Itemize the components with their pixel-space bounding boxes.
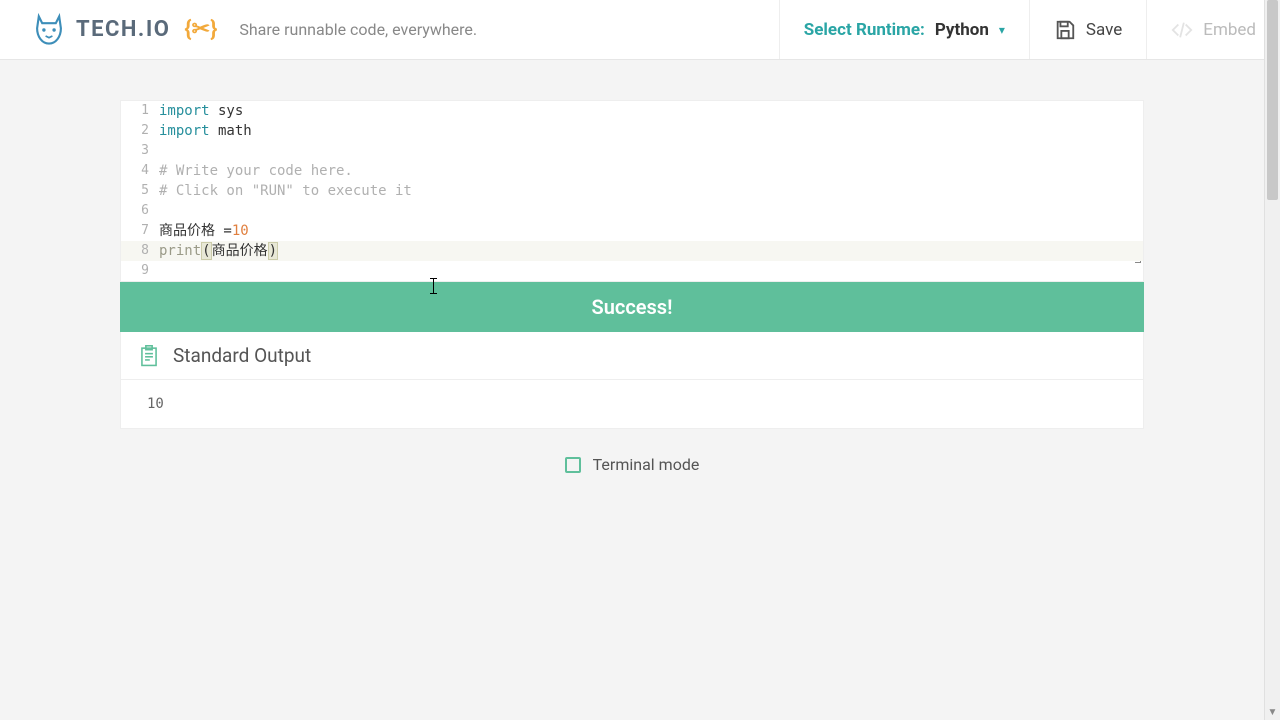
text-cursor-icon xyxy=(433,278,434,294)
save-button[interactable]: Save xyxy=(1029,0,1146,59)
line-content[interactable]: # Write your code here. xyxy=(159,161,1143,181)
logo[interactable]: TECH.IO {✂} xyxy=(32,13,217,47)
code-editor[interactable]: 1import sys2import math34# Write your co… xyxy=(120,100,1144,282)
editor-line[interactable]: 2import math xyxy=(121,121,1143,141)
clipboard-icon xyxy=(139,345,159,367)
chevron-down-icon: ▾ xyxy=(999,23,1005,37)
line-number: 5 xyxy=(121,181,159,201)
editor-line[interactable]: 4# Write your code here. xyxy=(121,161,1143,181)
brand-text: TECH.IO xyxy=(76,17,170,42)
editor-line[interactable]: 8print(商品价格) xyxy=(121,241,1143,261)
runtime-value: Python xyxy=(935,20,989,40)
line-content[interactable]: import math xyxy=(159,121,1143,141)
editor-line[interactable]: 6 xyxy=(121,201,1143,221)
runtime-selector[interactable]: Select Runtime: Python ▾ xyxy=(779,0,1029,59)
output-body: 10 xyxy=(120,380,1144,429)
header: TECH.IO {✂} Share runnable code, everywh… xyxy=(0,0,1280,60)
line-number: 8 xyxy=(121,241,159,261)
line-number: 1 xyxy=(121,101,159,121)
editor-line[interactable]: 3 xyxy=(121,141,1143,161)
scroll-down-icon[interactable]: ▼ xyxy=(1265,704,1280,720)
terminal-mode-checkbox[interactable] xyxy=(565,457,581,473)
line-content[interactable] xyxy=(159,201,1143,221)
line-number: 6 xyxy=(121,201,159,221)
terminal-mode-row: Terminal mode xyxy=(120,429,1144,500)
editor-line[interactable]: 5# Click on "RUN" to execute it xyxy=(121,181,1143,201)
line-content[interactable]: import sys xyxy=(159,101,1143,121)
page-scrollbar[interactable]: ▲ ▼ xyxy=(1264,0,1280,720)
editor-line[interactable]: 7商品价格 =10 xyxy=(121,221,1143,241)
header-actions: Select Runtime: Python ▾ Save Embed xyxy=(779,0,1280,59)
embed-label: Embed xyxy=(1203,20,1256,40)
line-number: 7 xyxy=(121,221,159,241)
logo-cat-icon xyxy=(32,13,66,47)
save-icon xyxy=(1054,19,1076,41)
line-number: 4 xyxy=(121,161,159,181)
terminal-mode-label: Terminal mode xyxy=(593,455,700,474)
line-content[interactable] xyxy=(159,261,1143,281)
save-label: Save xyxy=(1086,20,1122,40)
line-number: 2 xyxy=(121,121,159,141)
embed-icon xyxy=(1171,19,1193,41)
tagline: Share runnable code, everywhere. xyxy=(239,20,477,39)
output-title: Standard Output xyxy=(173,344,311,367)
line-content[interactable]: 商品价格 =10 xyxy=(159,221,1143,241)
editor-line[interactable]: 1import sys xyxy=(121,101,1143,121)
runtime-label: Select Runtime: xyxy=(804,20,925,40)
scrollbar-thumb[interactable] xyxy=(1267,0,1278,200)
output-header: Standard Output xyxy=(120,332,1144,380)
line-number: 3 xyxy=(121,141,159,161)
line-content[interactable] xyxy=(159,141,1143,161)
line-content[interactable]: print(商品价格) xyxy=(159,241,1143,261)
line-number: 9 xyxy=(121,261,159,281)
status-banner: Success! xyxy=(120,282,1144,332)
logo-braces-icon: {✂} xyxy=(184,17,217,42)
embed-button[interactable]: Embed xyxy=(1146,0,1280,59)
line-content[interactable]: # Click on "RUN" to execute it xyxy=(159,181,1143,201)
main-content: 1import sys2import math34# Write your co… xyxy=(0,60,1264,500)
editor-line[interactable]: 9 xyxy=(121,261,1143,281)
